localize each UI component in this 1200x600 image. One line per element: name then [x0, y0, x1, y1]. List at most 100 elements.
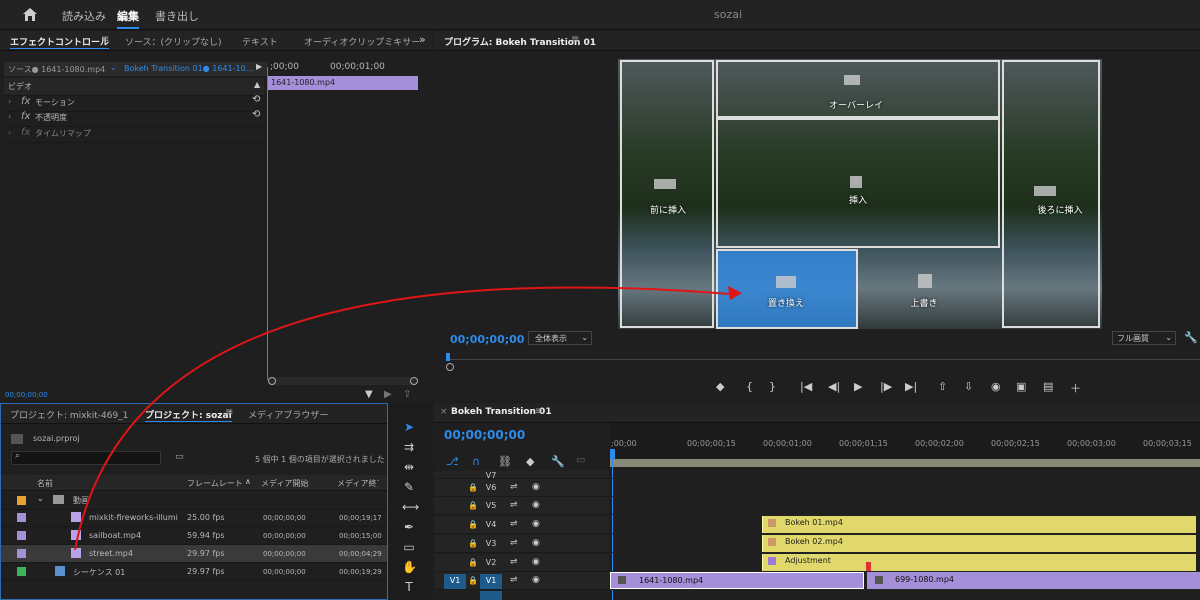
type-icon[interactable]: T [402, 580, 416, 594]
panel-menu-icon[interactable]: ≡ [571, 34, 579, 45]
workspace-import[interactable]: 読み込み [62, 8, 106, 24]
track-name[interactable]: V7 [480, 471, 502, 480]
snap-icon[interactable]: ∩ [472, 455, 480, 468]
export-icon[interactable]: ⇪ [403, 389, 411, 400]
clip-699[interactable]: 699-1080.mp4 [867, 572, 1200, 589]
program-timecode[interactable]: 00;00;00;00 [450, 333, 524, 346]
add-marker-icon[interactable]: ◆ [526, 455, 534, 468]
track-target[interactable] [480, 591, 502, 600]
tab-text[interactable]: テキスト [242, 35, 278, 48]
track-header[interactable] [434, 479, 609, 497]
mark-out-icon[interactable]: } [769, 380, 776, 393]
home-icon[interactable] [22, 7, 38, 22]
track-name[interactable]: V4 [480, 518, 502, 533]
effect-opacity[interactable]: 不透明度 [35, 112, 67, 123]
close-icon[interactable]: × [440, 407, 448, 417]
tab-source[interactable]: ソース：(クリップなし) [125, 35, 222, 48]
label-color[interactable] [17, 549, 26, 558]
expand-arrow-icon[interactable]: › [8, 97, 11, 106]
ec-playhead[interactable] [267, 67, 268, 380]
mark-in-icon[interactable]: { [746, 380, 753, 393]
tab-project-1[interactable]: プロジェクト: mixkit-469_1 [10, 408, 128, 421]
hand-icon[interactable]: ✋ [402, 560, 417, 574]
column-media-end[interactable]: メディア終了 [337, 478, 379, 489]
more-tabs-icon[interactable]: » [419, 33, 426, 46]
collapse-icon[interactable]: ▲ [254, 80, 260, 89]
clip-adjustment[interactable]: Adjustment [762, 554, 1196, 571]
eye-icon[interactable]: ◉ [532, 575, 540, 585]
track-lane[interactable] [610, 479, 1200, 497]
work-area-bar[interactable] [610, 459, 1200, 467]
expand-arrow-icon[interactable]: › [8, 112, 11, 121]
comparison-icon[interactable]: ▣ [1016, 380, 1026, 393]
ripple-edit-icon[interactable]: ⇹ [402, 460, 416, 474]
eye-icon[interactable]: ◉ [532, 538, 540, 548]
lock-icon[interactable]: 🔒 [468, 558, 478, 567]
ec-clip-bar[interactable]: 1641-1080.mp4 [268, 76, 418, 90]
lock-icon[interactable]: 🔒 [468, 483, 478, 492]
pen-icon[interactable]: ✒ [402, 520, 416, 534]
effect-motion[interactable]: モーション [35, 97, 75, 108]
panel-menu-icon[interactable]: ≡ [101, 34, 109, 45]
track-name[interactable]: V5 [480, 499, 502, 514]
column-name[interactable]: 名前 [37, 478, 53, 489]
sync-lock-icon[interactable]: ⇌ [510, 482, 518, 492]
track-header[interactable] [434, 497, 609, 515]
expand-arrow-icon[interactable]: › [8, 128, 11, 137]
tab-project-2[interactable]: プロジェクト: sozai [145, 408, 232, 422]
zoom-dropdown[interactable]: 全体表示 ⌄ [528, 331, 592, 345]
timeline-timecode[interactable]: 00;00;00;00 [444, 428, 525, 442]
panel-menu-icon[interactable]: ≡ [535, 406, 543, 417]
play-icon[interactable]: ▶ [854, 380, 862, 393]
ec-footer-timecode[interactable]: 00;00;00;00 [5, 391, 48, 399]
selection-tool-icon[interactable]: ➤ [402, 420, 416, 434]
lock-icon[interactable]: 🔒 [468, 501, 478, 510]
track-lane[interactable] [610, 471, 1200, 479]
reset-icon[interactable]: ⟲ [252, 109, 260, 120]
add-marker-icon[interactable]: ◆ [716, 380, 724, 393]
chevron-down-icon[interactable]: ⌄ [110, 63, 117, 72]
track-name[interactable]: V2 [480, 556, 502, 571]
chevron-down-icon[interactable]: ⌄ [37, 494, 44, 503]
track-name[interactable]: V3 [480, 537, 502, 552]
timeline-playhead-handle[interactable] [610, 449, 615, 459]
eye-icon[interactable]: ◉ [532, 482, 540, 492]
clip-1641[interactable]: 1641-1080.mp4 [610, 572, 864, 589]
play-audio-icon[interactable]: ▶ [384, 389, 392, 400]
workspace-edit[interactable]: 編集 [117, 8, 139, 29]
bin-name[interactable]: 動画 [73, 495, 89, 506]
effect-time-remap[interactable]: タイムリマップ [35, 128, 91, 139]
camera-icon[interactable]: ◉ [991, 380, 1001, 393]
reset-icon[interactable]: ⟲ [252, 94, 260, 105]
linked-select-icon[interactable]: ⛓ [498, 455, 512, 468]
slip-icon[interactable]: ⟷ [402, 500, 419, 514]
step-back-icon[interactable]: ◀| [828, 380, 840, 393]
eye-icon[interactable]: ◉ [532, 557, 540, 567]
sort-ascending-icon[interactable]: ∧ [245, 477, 251, 486]
label-color[interactable] [17, 567, 26, 576]
tab-audio-mixer[interactable]: オーディオクリップミキサー [304, 35, 420, 48]
column-media-start[interactable]: メディア開始 [261, 478, 308, 489]
program-playhead[interactable] [446, 353, 450, 361]
clip-bokeh-02[interactable]: Bokeh 02.mp4 [762, 535, 1196, 552]
column-frame-rate[interactable]: フレームレート [187, 478, 243, 489]
captions-icon[interactable]: ▭ [576, 455, 585, 466]
lock-icon[interactable]: 🔒 [468, 539, 478, 548]
panel-menu-icon[interactable]: ≡ [225, 407, 233, 418]
sync-lock-icon[interactable]: ⇌ [510, 500, 518, 510]
nest-icon[interactable]: ⎇ [446, 455, 459, 468]
clip-bokeh-01[interactable]: Bokeh 01.mp4 [762, 516, 1196, 533]
track-header[interactable] [434, 535, 609, 553]
eye-icon[interactable]: ◉ [532, 500, 540, 510]
sync-lock-icon[interactable]: ⇌ [510, 538, 518, 548]
eye-icon[interactable]: ◉ [532, 519, 540, 529]
lock-icon[interactable]: 🔒 [468, 576, 478, 585]
razor-icon[interactable]: ✎ [402, 480, 416, 494]
wrench-icon[interactable]: 🔧 [1184, 331, 1198, 344]
button-editor-icon[interactable]: ＋ [1070, 380, 1081, 396]
ec-zoom-scrollbar[interactable] [268, 377, 418, 385]
tab-media-browser[interactable]: メディアブラウザー [248, 408, 328, 421]
track-name[interactable]: V6 [480, 481, 502, 496]
go-to-out-icon[interactable]: ▶| [905, 380, 917, 393]
rectangle-icon[interactable]: ▭ [402, 540, 416, 554]
